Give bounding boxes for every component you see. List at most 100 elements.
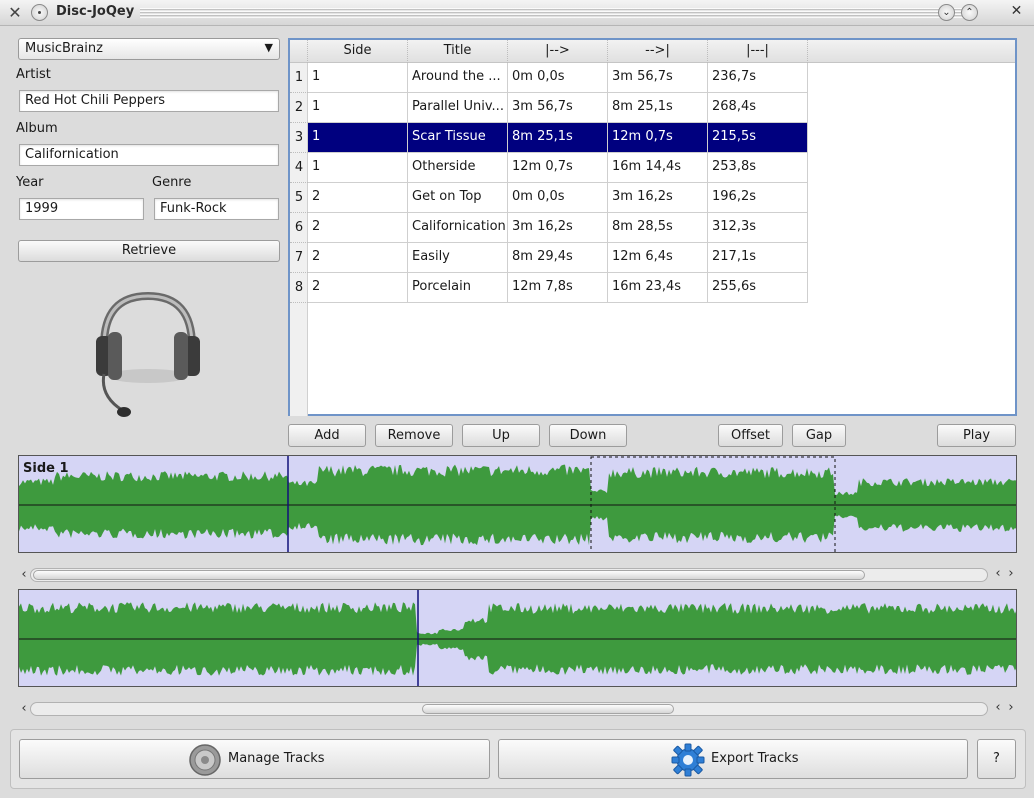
cell-title[interactable]: Scar Tissue (408, 123, 508, 153)
table-row[interactable]: 1 Parallel Univ... 3m 56,7s 8m 25,1s 268,4s (308, 93, 808, 123)
cell-end[interactable]: 16m 14,4s (608, 153, 708, 183)
cell-title[interactable]: Otherside (408, 153, 508, 183)
down-button[interactable]: Down (549, 424, 627, 447)
offset-button[interactable]: Offset (718, 424, 783, 447)
row-number[interactable]: 6 (290, 213, 308, 243)
side-waveform-overview[interactable]: Side 1 (18, 455, 1017, 553)
cell-title[interactable]: Around the ... (408, 63, 508, 93)
cell-start[interactable]: 0m 0,0s (508, 183, 608, 213)
help-label: ? (993, 751, 1000, 766)
zoom-scrollbar[interactable] (30, 702, 988, 716)
cell-length[interactable]: 236,7s (708, 63, 808, 93)
zoomed-waveform[interactable] (18, 589, 1017, 687)
retrieve-button[interactable]: Retrieve (18, 240, 280, 262)
cell-title[interactable]: Porcelain (408, 273, 508, 303)
side-label: Side 1 (23, 461, 69, 476)
cell-end[interactable]: 12m 6,4s (608, 243, 708, 273)
row-number[interactable]: 4 (290, 153, 308, 183)
cell-side[interactable]: 1 (308, 153, 408, 183)
column-header-end[interactable]: -->| (608, 40, 708, 63)
column-header-title[interactable]: Title (408, 40, 508, 63)
table-row[interactable]: 2 Get on Top 0m 0,0s 3m 16,2s 196,2s (308, 183, 808, 213)
track-table: Side Title |--> -->| |---| 1 1 Around the … (288, 38, 1017, 416)
cell-length[interactable]: 312,3s (708, 213, 808, 243)
table-row[interactable]: 2 Easily 8m 29,4s 12m 6,4s 217,1s (308, 243, 808, 273)
year-field[interactable]: 1999 (19, 198, 144, 220)
cell-side[interactable]: 1 (308, 123, 408, 153)
overview-scroll-handle[interactable] (33, 570, 865, 580)
row-number[interactable]: 5 (290, 183, 308, 213)
cell-length[interactable]: 268,4s (708, 93, 808, 123)
row-number[interactable]: 3 (290, 123, 308, 153)
table-row[interactable]: 1 Scar Tissue 8m 25,1s 12m 0,7s 215,5s (308, 123, 808, 153)
cell-side[interactable]: 1 (308, 93, 408, 123)
metadata-source-select[interactable]: MusicBrainz ▼ (18, 38, 280, 60)
cell-start[interactable]: 12m 7,8s (508, 273, 608, 303)
cell-end[interactable]: 3m 16,2s (608, 183, 708, 213)
up-button[interactable]: Up (462, 424, 540, 447)
add-button[interactable]: Add (288, 424, 366, 447)
export-tracks-button[interactable]: Export Tracks (498, 739, 968, 779)
cell-end[interactable]: 3m 56,7s (608, 63, 708, 93)
overview-scrollbar[interactable] (30, 568, 988, 582)
scroll-left-icon[interactable]: ‹ (18, 567, 30, 582)
zoom-scroll-handle[interactable] (422, 704, 674, 714)
cell-start[interactable]: 8m 25,1s (508, 123, 608, 153)
cell-side[interactable]: 1 (308, 63, 408, 93)
row-number[interactable]: 7 (290, 243, 308, 273)
cell-start[interactable]: 3m 56,7s (508, 93, 608, 123)
column-header-start[interactable]: |--> (508, 40, 608, 63)
cell-end[interactable]: 12m 0,7s (608, 123, 708, 153)
scroll-right-icon[interactable]: › (1005, 700, 1017, 715)
row-number[interactable]: 2 (290, 93, 308, 123)
cell-title[interactable]: Californication (408, 213, 508, 243)
table-row[interactable]: 1 Around the ... 0m 0,0s 3m 56,7s 236,7s (308, 63, 808, 93)
play-button[interactable]: Play (937, 424, 1016, 447)
scroll-right-icon[interactable]: › (1005, 566, 1017, 581)
cell-start[interactable]: 8m 29,4s (508, 243, 608, 273)
cell-end[interactable]: 8m 28,5s (608, 213, 708, 243)
album-field[interactable]: Californication (19, 144, 279, 166)
scroll-left-icon[interactable]: ‹ (992, 700, 1004, 715)
cell-side[interactable]: 2 (308, 243, 408, 273)
table-row[interactable]: 2 Porcelain 12m 7,8s 16m 23,4s 255,6s (308, 273, 808, 303)
cell-length[interactable]: 253,8s (708, 153, 808, 183)
close-icon[interactable]: ✕ (1008, 4, 1025, 21)
artist-field[interactable]: Red Hot Chili Peppers (19, 90, 279, 112)
cell-side[interactable]: 2 (308, 183, 408, 213)
app-x-icon[interactable]: ✕ (6, 4, 24, 22)
album-label: Album (16, 121, 58, 136)
cell-title[interactable]: Parallel Univ... (408, 93, 508, 123)
minimize-icon[interactable]: ⌄ (938, 4, 955, 21)
column-header-side[interactable]: Side (308, 40, 408, 63)
manage-tracks-label: Manage Tracks (228, 751, 325, 766)
window-title: Disc-JoQey (56, 4, 135, 19)
cell-end[interactable]: 8m 25,1s (608, 93, 708, 123)
cell-title[interactable]: Easily (408, 243, 508, 273)
cell-start[interactable]: 3m 16,2s (508, 213, 608, 243)
scroll-left-icon[interactable]: ‹ (18, 701, 30, 716)
cell-side[interactable]: 2 (308, 273, 408, 303)
manage-tracks-button[interactable]: Manage Tracks (19, 739, 490, 779)
window-menu-icon[interactable] (31, 4, 48, 21)
cell-start[interactable]: 12m 0,7s (508, 153, 608, 183)
cell-side[interactable]: 2 (308, 213, 408, 243)
help-button[interactable]: ? (977, 739, 1016, 779)
column-header-length[interactable]: |---| (708, 40, 808, 63)
cell-length[interactable]: 196,2s (708, 183, 808, 213)
remove-button[interactable]: Remove (375, 424, 453, 447)
cell-title[interactable]: Get on Top (408, 183, 508, 213)
cell-length[interactable]: 215,5s (708, 123, 808, 153)
cell-length[interactable]: 255,6s (708, 273, 808, 303)
cell-length[interactable]: 217,1s (708, 243, 808, 273)
row-number[interactable]: 1 (290, 63, 308, 93)
cell-end[interactable]: 16m 23,4s (608, 273, 708, 303)
genre-field[interactable]: Funk-Rock (154, 198, 279, 220)
table-row[interactable]: 2 Californication 3m 16,2s 8m 28,5s 312,3s (308, 213, 808, 243)
maximize-icon[interactable]: ⌃ (961, 4, 978, 21)
scroll-left-icon[interactable]: ‹ (992, 566, 1004, 581)
table-row[interactable]: 1 Otherside 12m 0,7s 16m 14,4s 253,8s (308, 153, 808, 183)
cell-start[interactable]: 0m 0,0s (508, 63, 608, 93)
row-number[interactable]: 8 (290, 273, 308, 303)
gap-button[interactable]: Gap (792, 424, 846, 447)
